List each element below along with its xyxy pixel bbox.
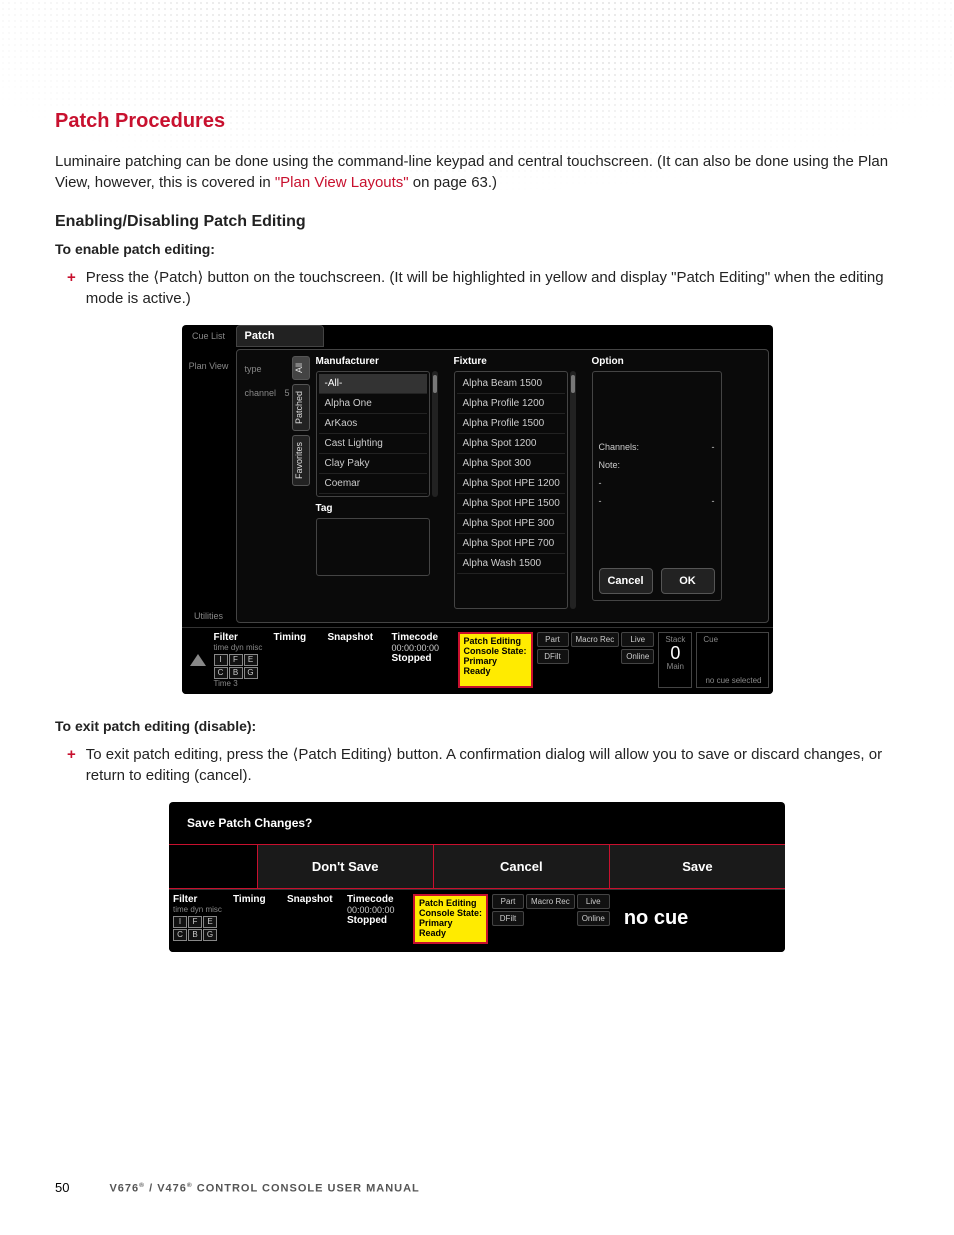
cue-box: Cue no cue selected <box>696 632 768 688</box>
save-patch-screenshot: Save Patch Changes? Don't Save Cancel Sa… <box>169 802 785 952</box>
option-box: Channels:- Note: - -- Cancel OK <box>592 371 722 601</box>
plus-icon: + <box>67 267 76 288</box>
list-item[interactable]: Alpha Wash 1500 <box>457 554 565 574</box>
list-item[interactable]: Cast Lighting <box>319 434 427 454</box>
timecode-value: 00:00:00:00 <box>392 643 440 653</box>
channels-label: Channels: <box>599 442 640 452</box>
tab-cue-list[interactable]: Cue List <box>184 331 234 341</box>
status-bar-2: Filter time dyn misc IFE CBG Timing Snap… <box>169 889 785 952</box>
cancel-button[interactable]: Cancel <box>599 568 653 594</box>
save-buttons-row: Don't Save Cancel Save <box>169 844 785 889</box>
list-item[interactable]: Alpha Spot HPE 1500 <box>457 494 565 514</box>
dfilt-button[interactable]: DFilt <box>537 649 569 664</box>
page-number: 50 <box>55 1180 69 1195</box>
filter-label: Filter <box>173 894 197 905</box>
timecode-label: Timecode <box>392 632 439 643</box>
list-item[interactable]: Alpha Spot HPE 300 <box>457 514 565 534</box>
disable-bullet-row: + To exit patch editing, press the ⟨Patc… <box>67 744 899 786</box>
manual-title: V676® / V476® CONTROL CONSOLE USER MANUA… <box>109 1182 419 1195</box>
list-item[interactable]: Alpha Profile 1500 <box>457 414 565 434</box>
intro-paragraph: Luminaire patching can be done using the… <box>55 151 899 193</box>
no-cue-text: no cue <box>614 907 698 930</box>
channel-label: channel <box>245 388 277 398</box>
list-item[interactable]: Coemar <box>319 474 427 494</box>
disable-bullet-text: To exit patch editing, press the ⟨Patch … <box>86 744 899 786</box>
list-item[interactable]: Alpha Spot 1200 <box>457 434 565 454</box>
filter-grid[interactable]: IFE CBG <box>214 654 258 679</box>
list-item[interactable]: ArKaos <box>319 414 427 434</box>
plan-view-link[interactable]: "Plan View Layouts" <box>275 174 409 191</box>
plus-icon: + <box>67 744 76 765</box>
manufacturer-scrollbar[interactable] <box>432 371 438 497</box>
manufacturer-header: Manufacturer <box>316 356 446 367</box>
tag-header: Tag <box>316 503 446 514</box>
tag-list[interactable] <box>316 518 430 576</box>
stack-number: 0 <box>665 644 685 662</box>
page-footer: 50 V676® / V476® CONTROL CONSOLE USER MA… <box>55 1180 899 1195</box>
online-button[interactable]: Online <box>621 649 654 664</box>
list-item[interactable]: Alpha Beam 1500 <box>457 374 565 394</box>
macro-rec-button[interactable]: Macro Rec <box>571 632 620 647</box>
list-item[interactable]: Alpha Spot HPE 1200 <box>457 474 565 494</box>
stopped-label: Stopped <box>392 653 432 664</box>
status-bar: Filter time dyn misc IFE CBG Time 3 Timi… <box>182 627 773 694</box>
manufacturer-list[interactable]: -All- Alpha One ArKaos Cast Lighting Cla… <box>316 371 430 497</box>
filter-label: Filter <box>214 632 238 643</box>
part-button[interactable]: Part <box>537 632 569 647</box>
tab-plan-view[interactable]: Plan View <box>184 361 234 371</box>
disable-label: To exit patch editing (disable): <box>55 718 899 734</box>
fixture-scrollbar[interactable] <box>570 371 576 609</box>
live-button[interactable]: Live <box>621 632 654 647</box>
filter-sub: time dyn misc <box>214 643 263 652</box>
no-cue-selected: no cue selected <box>703 676 761 685</box>
list-item[interactable]: Alpha Spot HPE 700 <box>457 534 565 554</box>
list-item[interactable]: Alpha Spot 300 <box>457 454 565 474</box>
ok-button[interactable]: OK <box>661 568 715 594</box>
channel-value: 5 <box>284 388 289 398</box>
side-tab-patched[interactable]: Patched <box>292 384 310 431</box>
dont-save-button[interactable]: Don't Save <box>258 845 434 888</box>
option-header: Option <box>592 356 754 367</box>
side-tab-favorites[interactable]: Favorites <box>292 435 310 486</box>
enable-bullet-text: Press the ⟨Patch⟩ button on the touchscr… <box>86 267 899 309</box>
side-tabs: All Patched Favorites <box>292 356 310 616</box>
list-item[interactable]: Alpha One <box>319 394 427 414</box>
side-tab-all[interactable]: All <box>292 356 310 380</box>
patch-editing-screenshot: Cue List Plan View Utilities Patch type … <box>182 325 773 694</box>
enable-bullet-row: + Press the ⟨Patch⟩ button on the touchs… <box>67 267 899 309</box>
note-label: Note: <box>599 460 621 470</box>
tab-utilities[interactable]: Utilities <box>184 611 234 621</box>
patch-button[interactable]: Patch <box>236 325 324 347</box>
enable-label: To enable patch editing: <box>55 241 899 257</box>
intro-text-2: on page 63.) <box>409 174 497 191</box>
fixture-list[interactable]: Alpha Beam 1500 Alpha Profile 1200 Alpha… <box>454 371 568 609</box>
save-prompt: Save Patch Changes? <box>169 802 785 844</box>
patch-mini-col: type channel 5 <box>243 356 292 616</box>
triangle-icon <box>190 654 206 666</box>
save-button[interactable]: Save <box>610 845 785 888</box>
list-item[interactable]: Alpha Profile 1200 <box>457 394 565 414</box>
section-title: Patch Procedures <box>55 110 899 133</box>
timing-label[interactable]: Timing <box>274 632 307 643</box>
patch-editing-indicator[interactable]: Patch Editing Console State: Primary Rea… <box>458 632 533 688</box>
channels-value: - <box>712 442 715 452</box>
sub-heading: Enabling/Disabling Patch Editing <box>55 213 899 231</box>
fixture-header: Fixture <box>454 356 584 367</box>
list-item[interactable]: -All- <box>319 374 427 394</box>
type-label: type <box>245 364 262 374</box>
cancel-button[interactable]: Cancel <box>434 845 610 888</box>
left-tabs: Cue List Plan View Utilities <box>182 325 236 627</box>
list-item[interactable]: Clay Paky <box>319 454 427 474</box>
stack-box: Stack 0 Main <box>658 632 692 688</box>
patch-editing-indicator[interactable]: Patch Editing Console State: Primary Rea… <box>413 894 488 944</box>
filter-grid[interactable]: IFE CBG <box>173 916 217 941</box>
snapshot-label[interactable]: Snapshot <box>328 632 374 643</box>
